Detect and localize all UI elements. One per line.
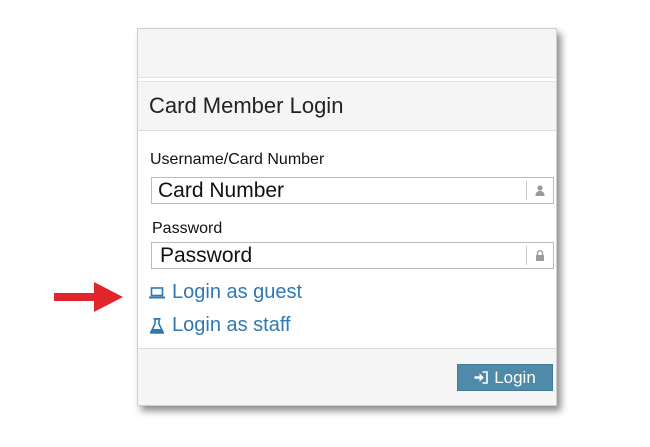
username-field-group: [151, 177, 554, 204]
login-as-guest-label: Login as guest: [172, 281, 303, 303]
user-icon: [526, 181, 553, 200]
laptop-icon: [149, 286, 165, 299]
username-input[interactable]: [152, 178, 527, 203]
flask-icon: [149, 317, 165, 334]
red-arrow-icon: [54, 282, 123, 312]
login-as-staff-label: Login as staff: [172, 314, 291, 336]
password-field-group: [151, 242, 554, 269]
login-panel: Card Member Login Username/Card Number P…: [137, 28, 557, 406]
page-title: Card Member Login: [149, 93, 344, 118]
username-label: Username/Card Number: [150, 151, 325, 168]
panel-footer: Login: [138, 348, 556, 405]
panel-heading: Card Member Login: [138, 81, 556, 131]
login-button[interactable]: Login: [457, 364, 553, 391]
login-button-label: Login: [494, 367, 536, 387]
password-label: Password: [152, 220, 223, 237]
login-as-guest-link[interactable]: Login as guest: [149, 281, 302, 304]
sign-in-icon: [474, 371, 489, 384]
password-input[interactable]: [152, 243, 527, 268]
lock-icon: [526, 246, 553, 265]
login-as-staff-link[interactable]: Login as staff: [149, 314, 291, 337]
panel-top-band: [138, 29, 556, 78]
